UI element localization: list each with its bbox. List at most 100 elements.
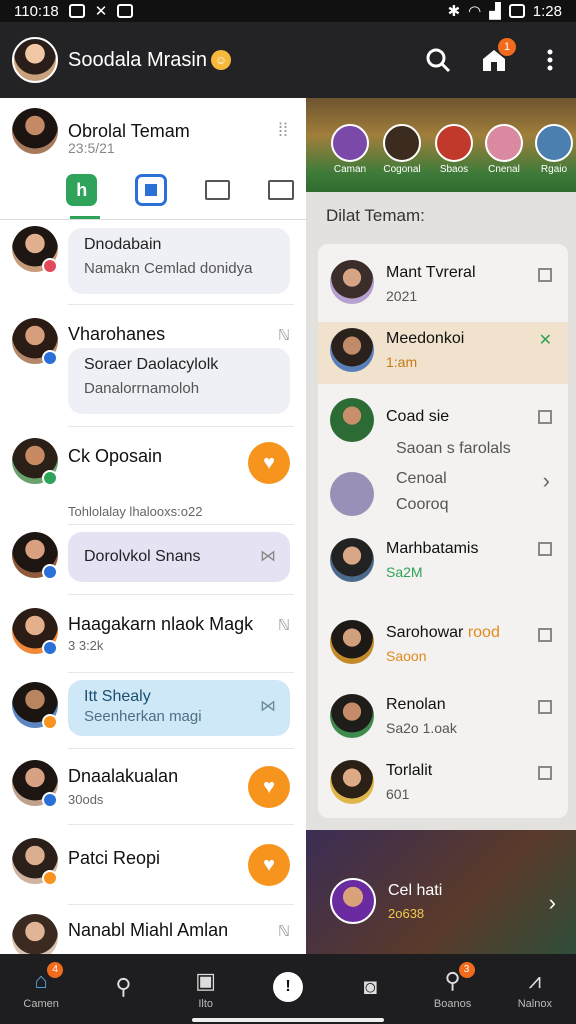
message-line1: Dnodabain [84,236,162,253]
bookmark-icon[interactable] [538,542,552,556]
friend-line2: Saoan s farolals [396,440,511,457]
stories-banner: Caman Cogonal Sbaos Cnenal Rgaio [306,98,576,192]
friend-title: Mant Tvreral [386,264,476,281]
chevron-right-icon[interactable]: › [543,468,550,494]
friend-item[interactable]: Torlalit 601 [318,756,568,816]
story-avatar [485,124,523,162]
bottom-navigation: ⌂ 4 Camen ⚲ ▣ Ilto ! ◙ ⚲ 3 Boanos ⩘ Naln… [0,954,576,1024]
nav-center[interactable]: ! [247,954,329,1024]
chat-item[interactable]: Vharohanes ℕ Soraer Daolacylolk Danalorr… [0,318,306,428]
heart-icon: ♥ [263,776,275,798]
search-icon: ⚲ [115,974,132,999]
contact-name: Nanabl Miahl Amlan [68,920,229,940]
chat-item[interactable]: Ck Oposain ♥ Tohlolalay lhalooxs:o22 [0,438,306,528]
status-time: 110:18 [14,2,59,20]
nav-badge: 4 [47,962,64,978]
friend-item[interactable]: Renolan Sa2o 1.oak [318,688,568,754]
heart-icon: ♥ [263,854,275,876]
chat-item[interactable]: Haagakarn nlaok Magk ℕ 3 3:2k [0,606,306,676]
chat-item[interactable]: Nanabl Miahl Amlan ℕ [0,912,306,954]
message-bubble[interactable]: Itt Shealy Seenherkan magi ⋈ [68,680,290,736]
wifi-icon: ◠ [468,3,482,20]
profile-avatar[interactable] [12,37,58,83]
story-item[interactable]: Caman [330,124,370,175]
chat-item[interactable]: Dorolvkol Snans ⋈ [0,530,306,600]
tab-groups[interactable] [135,174,167,206]
signal-icon: ▟ [489,3,501,20]
chevron-right-icon[interactable]: › [549,890,556,916]
nav-stats[interactable]: ⩘ Nalnox [494,954,576,1024]
like-button[interactable]: ♥ [248,766,290,808]
message-bubble[interactable]: Dorolvkol Snans ⋈ [68,532,290,582]
story-item[interactable]: Rgaio [534,124,574,175]
smile-emoji-icon: ☺ [210,50,231,70]
more-menu-button[interactable] [536,46,564,74]
tab-inbox[interactable] [268,180,294,200]
box-icon: ▣ [195,968,217,993]
contact-meta: 3 3:2k [68,638,104,653]
bookmark-icon[interactable] [538,410,552,424]
friend-sub: Sa2M [386,564,423,580]
friend-item[interactable]: Coad sie Saoan s farolals Cenoal Cooroq … [318,398,568,530]
friend-item[interactable]: Marhbatamis Sa2M [318,530,568,606]
like-button[interactable]: ♥ [248,844,290,886]
story-item[interactable]: Sbaos [434,124,474,175]
expand-icon[interactable]: ⋈ [260,540,276,574]
header-avatar[interactable] [12,108,58,154]
friend-item[interactable]: Mant Tvreral 2021 [318,256,568,316]
bookmark-icon[interactable] [538,628,552,642]
nav-box[interactable]: ▣ Ilto [165,954,247,1024]
section-title: Dilat Temam: [326,206,425,225]
verified-dot [42,640,58,656]
friend-title: Marhbatamis [386,540,479,557]
search-button[interactable] [424,46,452,74]
friend-item[interactable]: Meedonkoi 1:am ✕ [318,322,568,384]
friend-line3: Cenoal [396,470,447,487]
story-label: Sbaos [439,164,469,175]
nav-home[interactable]: ⌂ 4 Camen [0,954,82,1024]
bookmark-icon[interactable] [538,700,552,714]
contact-meta: 30ods [68,792,104,807]
nav-label: Ilto [198,998,214,1010]
chat-item[interactable]: Dnodabain Namakn Cemlad donidya [0,226,306,306]
close-icon[interactable]: ✕ [539,330,552,350]
like-button[interactable]: ♥ [248,442,290,484]
friend-title: Sarohowar [386,624,464,641]
friend-avatar [330,538,374,582]
promo-banner[interactable]: Cel hati 2o638 › [306,830,576,954]
home-indicator[interactable] [192,1018,384,1022]
chat-list-header: Obrolal Temam 23:5/21 ⁞⁞ h [0,98,306,220]
chat-item[interactable]: Dnaalakualan 30ods ♥ [0,758,306,828]
drag-handle-icon[interactable]: ⁞⁞ [278,120,288,141]
nav-search[interactable]: ⚲ [82,954,164,1024]
chat-list-panel: Obrolal Temam 23:5/21 ⁞⁞ h Dnodabain Nam… [0,98,306,954]
friends-card: Mant Tvreral 2021 Meedonkoi 1:am ✕ Coad … [318,244,568,818]
story-item[interactable]: Cnenal [484,124,524,175]
bookmark-icon[interactable] [538,268,552,282]
divider [68,748,294,749]
nav-discover[interactable]: ⚲ 3 Boanos [411,954,493,1024]
message-bubble[interactable]: Dnodabain Namakn Cemlad donidya [68,228,290,294]
chat-item[interactable]: Patci Reopi ♥ [0,838,306,908]
home-notification-button[interactable]: 1 [480,38,516,74]
contact-meta: Tohlolalay lhalooxs:o22 [68,504,203,519]
story-avatar [435,124,473,162]
bookmark-icon[interactable] [538,766,552,780]
tab-chats[interactable]: h [66,174,98,206]
message-line2: Seenherkan magi [84,708,202,725]
friends-panel: Caman Cogonal Sbaos Cnenal Rgaio Dilat T… [306,98,576,954]
story-avatar [331,124,369,162]
story-item[interactable]: Cogonal [382,124,422,175]
message-bubble[interactable]: Soraer Daolacylolk Danalorrnamoloh [68,348,290,414]
tab-mail[interactable] [204,180,231,200]
promo-avatar [330,878,376,924]
friend-title: Renolan [386,696,446,713]
contact-name: Vharohanes [68,324,166,344]
friend-sub: 2021 [386,288,418,304]
expand-icon[interactable]: ⋈ [260,696,276,716]
status-right-text: 1:28 [532,2,562,20]
nav-label: Camen [23,998,59,1010]
chat-item[interactable]: Itt Shealy Seenherkan magi ⋈ [0,680,306,750]
nav-camera[interactable]: ◙ [329,954,411,1024]
friend-item[interactable]: Sarohowar rood Saoon [318,616,568,686]
